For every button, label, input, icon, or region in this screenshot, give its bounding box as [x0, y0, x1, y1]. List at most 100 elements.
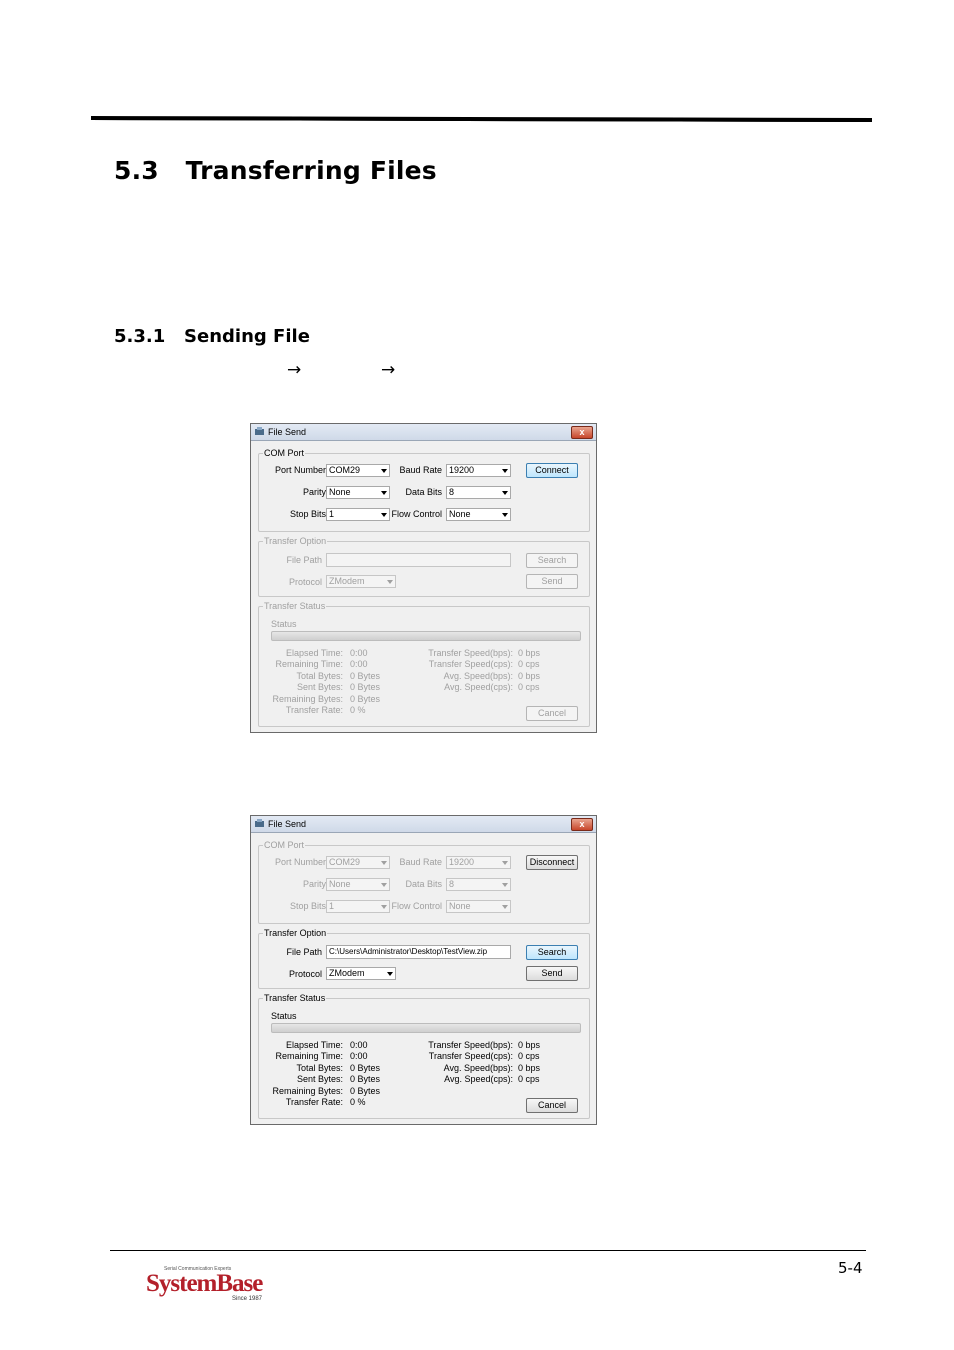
baud-rate-select[interactable]: 19200	[446, 856, 511, 869]
elapsed-time-label: Elapsed Time:	[285, 648, 343, 658]
elapsed-time-label: Elapsed Time:	[285, 1040, 343, 1050]
stop-bits-label: Stop Bits	[289, 509, 326, 519]
port-number-select[interactable]: COM29	[326, 856, 390, 869]
transfer-rate-value: 0 %	[350, 705, 366, 715]
speed-bps-label: Transfer Speed(bps):	[428, 648, 513, 658]
stop-bits-select[interactable]: 1	[326, 900, 390, 913]
parity-select[interactable]: None	[326, 486, 390, 499]
systembase-logo: Serial Communication Experts SystemBase …	[146, 1266, 270, 1306]
avg-cps-value: 0 cps	[518, 1074, 540, 1084]
cancel-button[interactable]: Cancel	[526, 706, 578, 721]
search-button[interactable]: Search	[526, 553, 578, 568]
title-bar: File Send x	[251, 424, 596, 441]
com-port-group: COM Port Port Number COM29 Baud Rate 192…	[258, 448, 590, 532]
avg-bps-value: 0 bps	[518, 1063, 541, 1073]
arrow-right-icon: →	[287, 360, 302, 380]
stop-bits-label: Stop Bits	[289, 901, 326, 911]
avg-bps-label: Avg. Speed(bps):	[443, 1063, 513, 1073]
data-bits-label: Data Bits	[405, 487, 442, 497]
select-value: ZModem	[329, 576, 365, 586]
parity-label: Parity	[302, 879, 326, 889]
close-icon[interactable]: x	[571, 426, 593, 439]
port-number-select[interactable]: COM29	[326, 464, 390, 477]
transfer-option-group: Transfer Option File Path C:\Users\Admin…	[258, 928, 590, 989]
remaining-bytes-label: Remaining Bytes:	[272, 1086, 343, 1096]
select-value: None	[449, 509, 471, 519]
chevron-down-icon	[387, 580, 393, 584]
search-button[interactable]: Search	[526, 945, 578, 960]
window-title: File Send	[268, 819, 307, 829]
file-path-input[interactable]	[326, 553, 511, 567]
subsection-heading: 5.3.1 Sending File	[114, 326, 310, 347]
group-legend: COM Port	[263, 840, 306, 850]
sent-bytes-value: 0 Bytes	[350, 1074, 381, 1084]
stop-bits-select[interactable]: 1	[326, 508, 390, 521]
logo-brand: SystemBase	[146, 1270, 263, 1297]
avg-cps-label: Avg. Speed(cps):	[444, 682, 513, 692]
select-value: COM29	[329, 465, 361, 475]
speed-cps-value: 0 cps	[518, 659, 540, 669]
chevron-down-icon	[502, 491, 508, 495]
file-path-input[interactable]: C:\Users\Administrator\Desktop\TestView.…	[326, 945, 511, 959]
send-button[interactable]: Send	[526, 574, 578, 589]
chevron-down-icon	[502, 905, 508, 909]
select-value: 1	[329, 509, 335, 519]
sent-bytes-label: Sent Bytes:	[296, 682, 343, 692]
transfer-rate-value: 0 %	[350, 1097, 366, 1107]
flow-control-select[interactable]: None	[446, 508, 511, 521]
page-number: 5-4	[838, 1259, 863, 1277]
chevron-down-icon	[381, 469, 387, 473]
window-title: File Send	[268, 427, 307, 437]
protocol-select[interactable]: ZModem	[326, 967, 396, 980]
section-heading: 5.3 Transferring Files	[114, 156, 437, 185]
protocol-select[interactable]: ZModem	[326, 575, 396, 588]
data-bits-select[interactable]: 8	[446, 486, 511, 499]
parity-label: Parity	[302, 487, 326, 497]
disconnect-button[interactable]: Disconnect	[526, 855, 578, 870]
data-bits-select[interactable]: 8	[446, 878, 511, 891]
data-bits-label: Data Bits	[405, 879, 442, 889]
total-bytes-label: Total Bytes:	[296, 671, 343, 681]
select-value: 8	[449, 879, 455, 889]
protocol-label: Protocol	[288, 969, 322, 979]
sent-bytes-label: Sent Bytes:	[296, 1074, 343, 1084]
flow-control-label: Flow Control	[391, 509, 442, 519]
progress-bar	[271, 631, 581, 641]
speed-cps-label: Transfer Speed(cps):	[428, 659, 513, 669]
select-value: 8	[449, 487, 455, 497]
chevron-down-icon	[502, 513, 508, 517]
remaining-bytes-value: 0 Bytes	[350, 694, 381, 704]
baud-rate-select[interactable]: 19200	[446, 464, 511, 477]
chevron-down-icon	[381, 861, 387, 865]
transfer-rate-label: Transfer Rate:	[285, 1097, 343, 1107]
logo-since: Since 1987	[232, 1296, 263, 1302]
app-icon	[255, 427, 264, 435]
cancel-button[interactable]: Cancel	[526, 1098, 578, 1113]
group-legend: Transfer Option	[263, 536, 328, 546]
baud-rate-label: Baud Rate	[399, 465, 442, 475]
connect-button[interactable]: Connect	[526, 463, 578, 478]
transfer-status-group: Transfer Status Status Elapsed Time: 0:0…	[258, 601, 590, 727]
group-legend: Transfer Status	[263, 601, 327, 611]
group-legend: Transfer Option	[263, 928, 328, 938]
send-button[interactable]: Send	[526, 966, 578, 981]
total-bytes-value: 0 Bytes	[350, 671, 381, 681]
file-send-dialog: File Send x COM Port Port Number COM29 B…	[250, 815, 597, 1125]
elapsed-time-value: 0:00	[350, 1040, 368, 1050]
file-send-dialog: File Send x COM Port Port Number COM29 B…	[250, 423, 597, 733]
baud-rate-label: Baud Rate	[399, 857, 442, 867]
status-label: Status	[271, 1011, 297, 1021]
chevron-down-icon	[381, 905, 387, 909]
close-icon[interactable]: x	[571, 818, 593, 831]
chevron-down-icon	[381, 513, 387, 517]
transfer-rate-label: Transfer Rate:	[285, 705, 343, 715]
speed-cps-value: 0 cps	[518, 1051, 540, 1061]
avg-cps-label: Avg. Speed(cps):	[444, 1074, 513, 1084]
flow-control-select[interactable]: None	[446, 900, 511, 913]
remaining-bytes-label: Remaining Bytes:	[272, 694, 343, 704]
group-legend: Transfer Status	[263, 993, 327, 1003]
select-value: 19200	[449, 465, 475, 475]
select-value: None	[449, 901, 471, 911]
parity-select[interactable]: None	[326, 878, 390, 891]
chevron-down-icon	[387, 972, 393, 976]
